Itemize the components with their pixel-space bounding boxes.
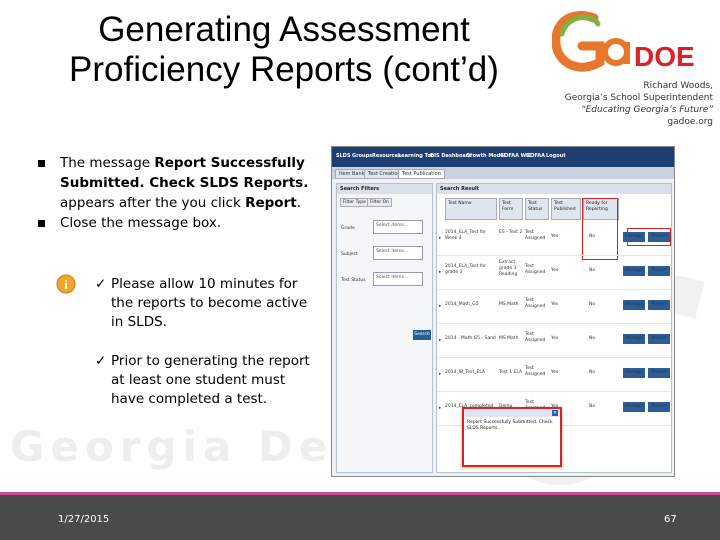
nav-link[interactable]: Resources bbox=[372, 153, 401, 159]
filter-label: Subject bbox=[341, 252, 358, 257]
manage-button[interactable]: Manage bbox=[623, 402, 645, 412]
bullet-square-icon bbox=[38, 220, 45, 227]
filter-label: Test Status bbox=[341, 278, 366, 283]
manage-button[interactable]: Manage bbox=[623, 368, 645, 378]
panel-title: Search Filters bbox=[337, 184, 432, 194]
report-button-highlight bbox=[627, 228, 671, 246]
dialog-message: Report Successfully Submitted. Check SLD… bbox=[467, 420, 553, 431]
manage-button[interactable]: Manage bbox=[623, 334, 645, 344]
superintendent-role: Georgia’s School Superintendent bbox=[564, 93, 713, 103]
filter-on-header: Filter On bbox=[367, 198, 392, 207]
page-number: 67 bbox=[664, 514, 677, 525]
report-button[interactable]: Report bbox=[648, 300, 670, 310]
table-row[interactable]: ▸ 2014_IB_Test_ELA Test 1 ELA Test Assig… bbox=[437, 360, 671, 392]
bullet-list: The message Report Successfully Submitte… bbox=[38, 153, 323, 233]
title-line-1: Generating Assessment bbox=[98, 10, 470, 49]
manage-button[interactable]: Manage bbox=[623, 300, 645, 310]
table-row[interactable]: ▸ 2014_Math_G5 MS Math Test Assigned Yes… bbox=[437, 292, 671, 324]
motto: “Educating Georgia’s Future” bbox=[580, 105, 713, 115]
check-item: ✓ Prior to generating the report at leas… bbox=[95, 353, 310, 407]
test-status-select[interactable]: Select items... bbox=[373, 272, 423, 286]
bullet-item: Close the message box. bbox=[38, 213, 323, 233]
filter-label: Grade bbox=[341, 226, 355, 231]
checkmark-icon: ✓ bbox=[95, 353, 107, 369]
svg-text:i: i bbox=[64, 277, 68, 292]
nav-link[interactable]: SLDS bbox=[336, 153, 351, 159]
manage-button[interactable]: Manage bbox=[623, 266, 645, 276]
embedded-screenshot: SLDS Groups Resources Learning Tool DIS … bbox=[331, 146, 675, 477]
nav-link[interactable]: Groups bbox=[352, 153, 372, 159]
bullet-item: The message Report Successfully Submitte… bbox=[38, 153, 323, 213]
dialog-titlebar: × bbox=[464, 409, 560, 417]
report-button[interactable]: Report bbox=[648, 334, 670, 344]
column-header: Test Form bbox=[499, 198, 523, 220]
check-item: ✓ Please allow 10 minutes for the report… bbox=[95, 276, 308, 330]
subject-select[interactable]: Select items... bbox=[373, 246, 423, 260]
search-filters-panel: Search Filters Filter Type Filter On Gra… bbox=[336, 183, 433, 473]
tab-test-publication[interactable]: Test Publication bbox=[398, 169, 445, 179]
report-button[interactable]: Report bbox=[648, 402, 670, 412]
superintendent-name: Richard Woods, bbox=[643, 81, 713, 91]
nav-link[interactable]: GOFAA bbox=[526, 153, 545, 159]
info-icon: i bbox=[56, 274, 76, 294]
success-message-dialog: × Report Successfully Submitted. Check S… bbox=[462, 407, 562, 467]
search-button[interactable]: Search bbox=[413, 330, 431, 340]
top-nav-bar: SLDS Groups Resources Learning Tool DIS … bbox=[332, 147, 674, 167]
report-button[interactable]: Report bbox=[648, 266, 670, 276]
website: gadoe.org bbox=[667, 117, 713, 127]
filter-type-header: Filter Type bbox=[340, 198, 369, 207]
footer-date: 1/27/2015 bbox=[58, 514, 110, 525]
svg-text:DOE: DOE bbox=[634, 41, 695, 72]
bullet-square-icon bbox=[38, 160, 45, 167]
panel-title: Search Result bbox=[437, 184, 671, 194]
logo-contact: Richard Woods, Georgia’s School Superint… bbox=[565, 80, 713, 128]
nav-link[interactable]: Logout bbox=[546, 153, 566, 159]
report-button[interactable]: Report bbox=[648, 368, 670, 378]
table-row[interactable]: ▸ 2014 - Math G5 - Sand MS Math Test Ass… bbox=[437, 326, 671, 358]
grade-select[interactable]: Select items... bbox=[373, 220, 423, 234]
checklist: ✓ Please allow 10 minutes for the report… bbox=[95, 275, 320, 429]
column-header: Test Published bbox=[551, 198, 581, 220]
column-header: Test Status bbox=[525, 198, 549, 220]
slide-title: Generating Assessment Proficiency Report… bbox=[8, 10, 560, 90]
title-line-2: Proficiency Reports (cont’d) bbox=[69, 50, 499, 89]
close-icon[interactable]: × bbox=[552, 410, 558, 416]
table-row[interactable]: ▸ 2014_ELA_Test for grade 3 Extract grad… bbox=[437, 258, 671, 290]
checkmark-icon: ✓ bbox=[95, 276, 107, 292]
column-header: Test Name bbox=[445, 198, 497, 220]
gadoe-logo: DOE bbox=[552, 11, 695, 72]
tab-bar: Item Bank Test Creation Test Publication bbox=[332, 167, 674, 179]
